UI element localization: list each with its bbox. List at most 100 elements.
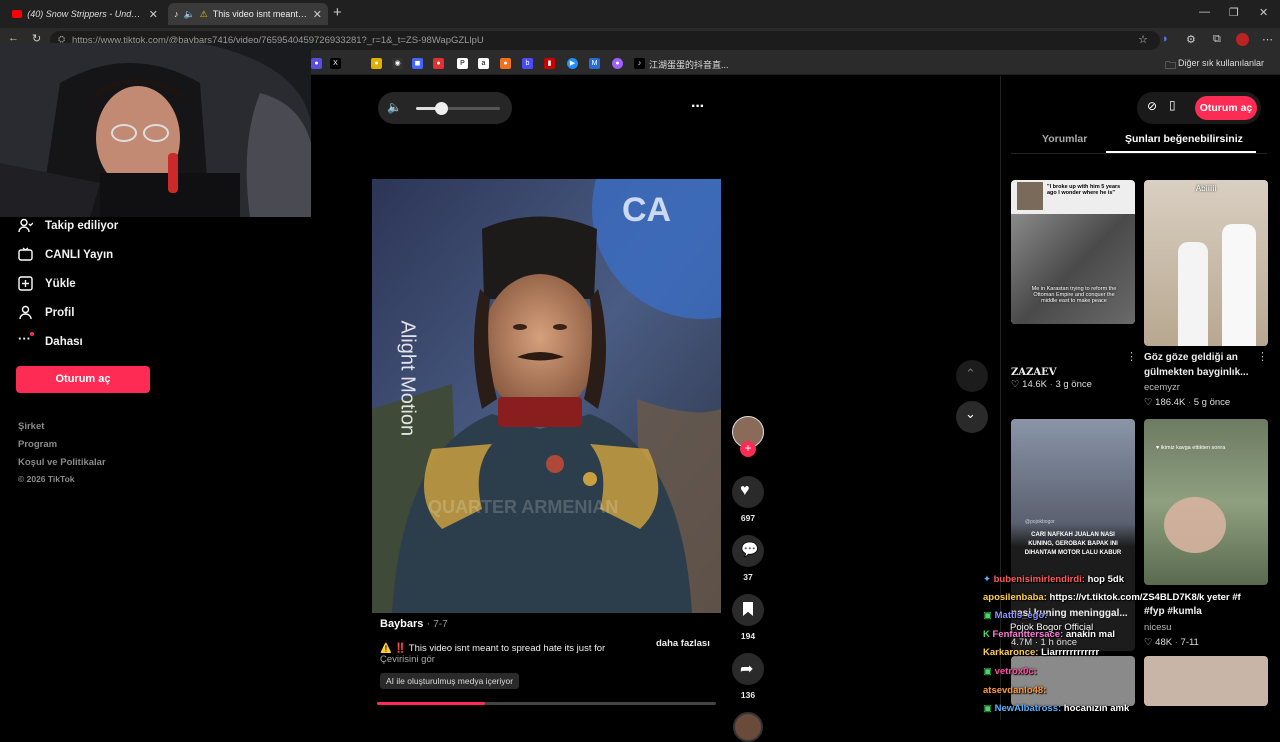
collections-icon[interactable]: ⧉ <box>1213 33 1221 46</box>
speaker-icon[interactable]: 🔈 <box>184 9 195 20</box>
card-title[interactable]: #fyp #kumla <box>1144 604 1202 619</box>
login-button[interactable]: Oturum aç <box>1195 96 1257 120</box>
badge-icon: ▣ <box>983 703 995 714</box>
sidebar-item-label: Dahası <box>45 335 83 348</box>
bookmark-icon[interactable]: ● <box>311 58 322 69</box>
chat-user: Fenfanttersace: <box>992 629 1064 640</box>
share-button[interactable]: ➦ <box>732 653 764 685</box>
extension-icon[interactable]: ◗ <box>1162 33 1169 45</box>
suggested-video-card[interactable]: ♥ ikimiz kavga ettikten sonra <box>1144 419 1268 585</box>
follow-plus-icon[interactable]: + <box>740 441 756 457</box>
comment-button[interactable]: 💬 <box>732 535 764 567</box>
folder-icon: 🗀 <box>1165 60 1176 72</box>
bookmark-icon <box>743 602 753 616</box>
chat-message: Karkaronce: Liarrrrrrrrrrrr <box>983 647 1099 658</box>
close-icon[interactable]: ✕ <box>149 8 158 21</box>
card-title[interactable]: ZAZAEV <box>1011 365 1057 380</box>
tab-comments[interactable]: Yorumlar <box>1042 133 1087 145</box>
bookmark-icon[interactable]: ● <box>500 58 511 69</box>
volume-icon[interactable]: 🔈 <box>387 100 402 114</box>
more-options-icon[interactable]: ··· <box>691 98 705 116</box>
chat-message: ✦ bubenisimirlendirdi: hop 5dk <box>983 574 1124 585</box>
avatar[interactable] <box>1236 33 1249 46</box>
extensions-icon[interactable]: ⚙ <box>1186 33 1196 46</box>
volume-knob[interactable] <box>435 102 449 115</box>
author-avatar[interactable]: + <box>732 416 764 457</box>
sidebar-item-label: Yükle <box>45 277 76 290</box>
card-title[interactable]: Göz göze geldiği an gülmekten bayginlık.… <box>1144 350 1264 380</box>
card-likes: 48K <box>1155 637 1173 648</box>
bookmark-icon[interactable]: b <box>522 58 533 69</box>
save-button[interactable] <box>732 594 764 626</box>
minimize-icon[interactable]: — <box>1199 6 1210 18</box>
sidebar-item-upload[interactable]: Yükle <box>18 276 76 291</box>
chat-overlap-text: k yeter #f <box>1199 592 1241 603</box>
card-author[interactable]: ecemyzr <box>1144 382 1180 393</box>
like-button[interactable]: ♥ <box>732 476 764 508</box>
volume-control[interactable]: 🔈 <box>378 92 512 124</box>
card-menu-icon[interactable]: ⋮ <box>1126 350 1137 363</box>
bookmark-icon[interactable]: ◉ <box>392 58 403 69</box>
thumb-top-text: "I broke up with him 5 years ago I wonde… <box>1047 184 1121 196</box>
card-menu-icon[interactable]: ⋮ <box>1257 350 1268 363</box>
sidebar-item-live[interactable]: CANLI Yayın <box>18 247 113 262</box>
translate-link[interactable]: Çevirisini gör <box>380 654 720 665</box>
next-video-button[interactable]: ⌄ <box>956 401 988 433</box>
compass-icon[interactable]: ⊘ <box>1147 99 1157 113</box>
bookmark-icon[interactable]: ◼ <box>412 58 423 69</box>
bookmark-icon[interactable]: ● <box>433 58 444 69</box>
maximize-icon[interactable]: ❐ <box>1229 6 1239 19</box>
sidebar-item-following[interactable]: Takip ediliyor <box>18 218 118 233</box>
more-link[interactable]: daha fazlası <box>656 638 710 649</box>
tab-youtube[interactable]: (40) Snow Strippers - Under Yo ✕ <box>6 3 164 25</box>
bookmark-link[interactable]: 江湖蛋蛋的抖音直... <box>649 58 729 71</box>
sidebar-item-profile[interactable]: Profil <box>18 305 74 320</box>
suggested-video-card[interactable] <box>1144 656 1268 706</box>
bookmark-icon[interactable]: ● <box>612 58 623 69</box>
bookmark-icon[interactable]: a <box>478 58 489 69</box>
author-name[interactable]: Baybars <box>380 618 423 630</box>
badge-icon: K <box>983 629 993 640</box>
overlay-watermark: Alight Motion <box>396 320 419 437</box>
badge-icon: ✦ <box>983 574 994 585</box>
thumb-top-text: Abiiiiii <box>1195 184 1217 193</box>
bookmark-icon[interactable]: ▮ <box>544 58 555 69</box>
chat-text: Liarrrrrrrrrrrr <box>1041 647 1100 658</box>
device-icon[interactable]: ▯ <box>1169 98 1176 112</box>
other-bookmarks-link[interactable]: Diğer sık kullanılanlar <box>1178 58 1264 68</box>
footer-link-program[interactable]: Program <box>18 439 57 450</box>
footer-link-terms[interactable]: Koşul ve Politikalar <box>18 457 106 468</box>
sound-avatar[interactable] <box>733 712 763 742</box>
chat-message: ▣ Mattis_ego: <box>983 610 1047 621</box>
volume-slider[interactable] <box>416 102 500 115</box>
suggested-video-card[interactable]: "I broke up with him 5 years ago I wonde… <box>1011 180 1135 324</box>
bookmark-icon[interactable]: ● <box>371 58 382 69</box>
tiktok-icon[interactable]: ♪ <box>634 58 645 69</box>
badge-icon: ▣ <box>983 666 995 677</box>
login-button[interactable]: Oturum aç <box>16 366 150 393</box>
progress-bar[interactable] <box>377 702 716 705</box>
close-window-icon[interactable]: ✕ <box>1259 6 1268 19</box>
suggested-video-card[interactable]: Abiiiiii <box>1144 180 1268 346</box>
sidebar-item-label: Profil <box>45 306 75 319</box>
bookmark-icon[interactable]: ▶ <box>567 58 578 69</box>
tab-suggested[interactable]: Şunları beğenebilirsiniz <box>1125 133 1243 145</box>
browser-tab-bar: (40) Snow Strippers - Under Yo ✕ ♪ 🔈 ⚠ T… <box>0 0 1280 28</box>
tab-tiktok[interactable]: ♪ 🔈 ⚠ This video isnt meant to ✕ <box>168 3 328 25</box>
footer-link-company[interactable]: Şirket <box>18 421 44 432</box>
suggested-video-card[interactable] <box>1011 656 1135 706</box>
previous-video-button[interactable]: ⌃ <box>956 360 988 392</box>
menu-icon[interactable]: ⋯ <box>1262 33 1273 46</box>
card-author[interactable]: nicesu <box>1144 622 1171 633</box>
bookmark-icon[interactable]: P <box>457 58 468 69</box>
video-player[interactable]: CA Alight Motion QUARTER ARMENIAN <box>372 179 721 613</box>
x-icon[interactable]: X <box>330 58 341 69</box>
webcam-overlay <box>0 43 311 217</box>
share-icon: ➦ <box>740 661 754 678</box>
new-tab-icon[interactable]: + <box>333 4 342 21</box>
bookmark-icon[interactable]: M <box>589 58 600 69</box>
sidebar-item-more[interactable]: ··· Dahası <box>18 332 83 349</box>
star-icon[interactable]: ☆ <box>1138 33 1148 46</box>
video-watermark-text: QUARTER ARMENIAN <box>428 497 619 517</box>
close-icon[interactable]: ✕ <box>313 8 322 21</box>
